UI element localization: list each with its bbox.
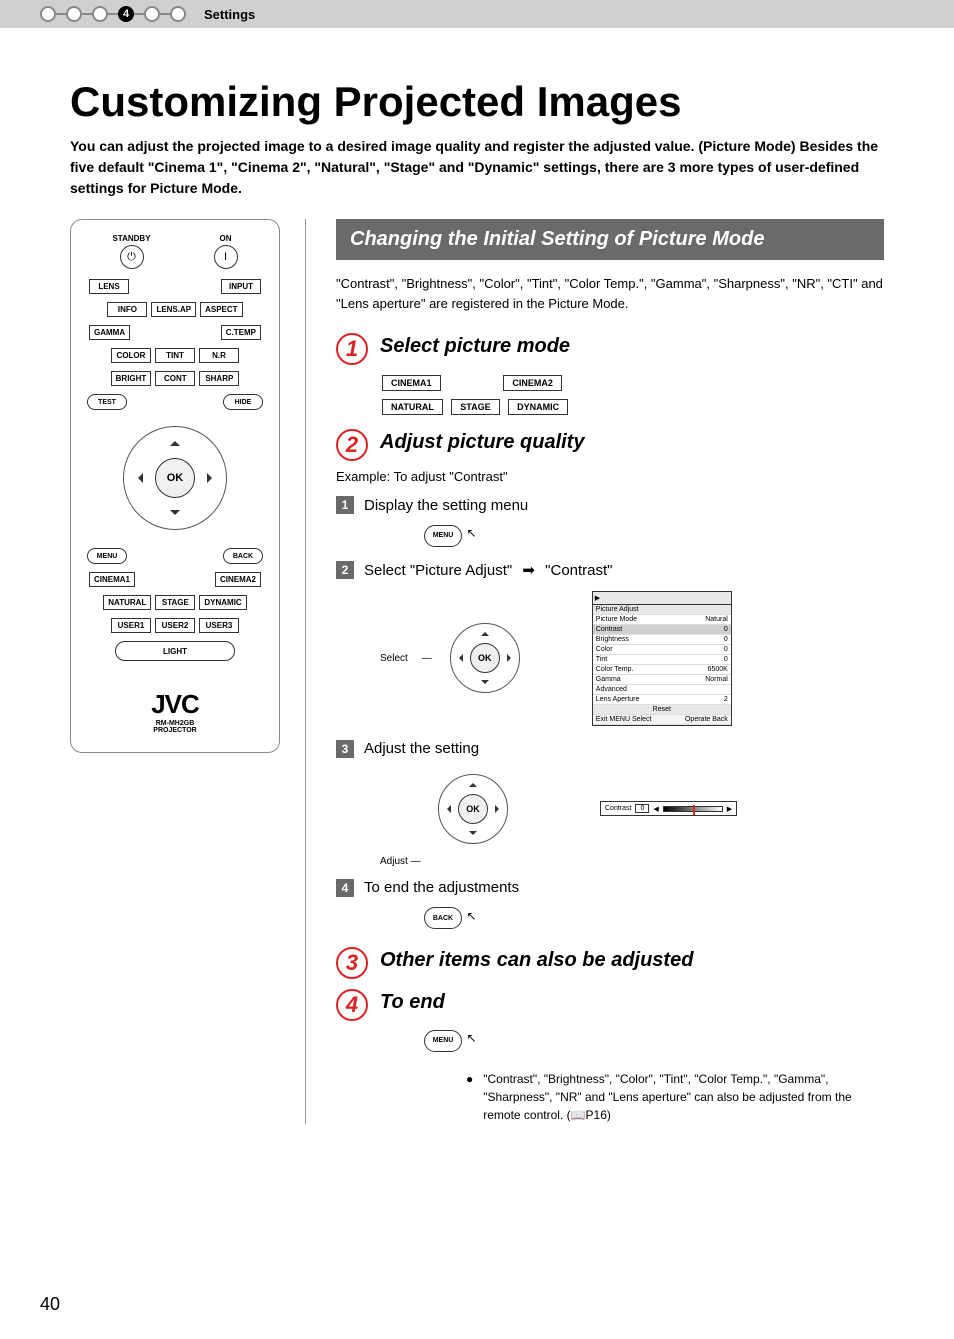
mode-cinema1[interactable]: CINEMA1 [382,375,441,391]
step-3-num: 3 [336,947,368,979]
projector-label: PROJECTOR [81,727,269,734]
input-button[interactable]: INPUT [221,279,261,294]
step-indicator: 4 [40,6,186,22]
cursor-icon: ↖ [466,909,476,923]
arrow-left-icon[interactable] [455,654,463,662]
on-button[interactable]: I [214,245,238,269]
arrow-up-icon[interactable] [170,436,180,446]
standby-button[interactable]: ⏻ [120,245,144,269]
sub-1-num: 1 [336,496,354,514]
cursor-icon: ↖ [466,526,476,540]
header-bar: 4 Settings [0,0,954,28]
arrow-right-icon[interactable] [507,654,515,662]
arrow-left-icon[interactable] [133,473,143,483]
contrast-slider: Contrast 0 ◀▶ [600,801,737,816]
arrow-down-icon[interactable] [481,680,489,688]
mode-stage[interactable]: STAGE [451,399,499,415]
mode-natural[interactable]: NATURAL [382,399,443,415]
arrow-down-icon[interactable] [469,831,477,839]
hide-button[interactable]: HIDE [223,394,263,410]
example-text: Example: To adjust "Contrast" [336,469,884,484]
arrow-up-icon[interactable] [469,779,477,787]
sub-3-text: Adjust the setting [364,740,479,757]
dynamic-button[interactable]: DYNAMIC [199,595,246,610]
color-button[interactable]: COLOR [111,348,151,363]
tint-button[interactable]: TINT [155,348,195,363]
mode-dynamic[interactable]: DYNAMIC [508,399,568,415]
arrow-right-icon[interactable] [207,473,217,483]
arrow-down-icon[interactable] [170,510,180,520]
arrow-left-icon[interactable] [443,805,451,813]
section-desc: "Contrast", "Brightness", "Color", "Tint… [336,274,884,313]
arrow-up-icon[interactable] [481,628,489,636]
test-button[interactable]: TEST [87,394,127,410]
cinema1-button[interactable]: CINEMA1 [89,572,135,587]
sub-4-num: 4 [336,879,354,897]
page-number: 40 [40,1294,60,1315]
adjust-label: Adjust [380,856,408,867]
remote-control: STANDBY ⏻ ON I LENS INPUT INFO LENS.AP A… [70,219,280,753]
menu-icon-button-end[interactable]: MENU [424,1030,462,1052]
light-button[interactable]: LIGHT [115,641,235,661]
model-label: RM-MH2GB [81,720,269,727]
stage-button[interactable]: STAGE [155,595,195,610]
step-1-num: 1 [336,333,368,365]
page-title: Customizing Projected Images [70,78,884,126]
select-label: Select [380,653,408,664]
cont-button[interactable]: CONT [155,371,195,386]
sub-2-text: Select "Picture Adjust" ➡ "Contrast" [364,561,613,579]
cursor-icon: ↖ [466,1031,476,1045]
brand-logo: JVC [81,689,269,720]
ctemp-button[interactable]: C.TEMP [221,325,261,340]
ok-button[interactable]: OK [470,643,500,673]
sub-4-text: To end the adjustments [364,879,519,896]
step-1-title: Select picture mode [380,333,570,358]
user1-button[interactable]: USER1 [111,618,151,633]
step-4-title: To end [380,989,445,1014]
intro-text: You can adjust the projected image to a … [70,136,884,199]
ok-button[interactable]: OK [458,794,488,824]
ok-button[interactable]: OK [155,458,195,498]
note-text: "Contrast", "Brightness", "Color", "Tint… [483,1070,884,1124]
nr-button[interactable]: N.R [199,348,239,363]
natural-button[interactable]: NATURAL [103,595,151,610]
step-4-num: 4 [336,989,368,1021]
sub-1-text: Display the setting menu [364,497,528,514]
sub-2-num: 2 [336,561,354,579]
osd-menu: ▶ Picture Adjust Picture ModeNatural Con… [592,591,732,726]
standby-label: STANDBY [112,234,150,243]
sharp-button[interactable]: SHARP [199,371,239,386]
bullet-icon: ● [466,1070,473,1124]
bright-button[interactable]: BRIGHT [111,371,152,386]
gamma-button[interactable]: GAMMA [89,325,130,340]
mini-dpad[interactable]: OK [446,619,524,697]
back-icon-button[interactable]: BACK [424,907,462,929]
cinema2-button[interactable]: CINEMA2 [215,572,261,587]
menu-icon-button[interactable]: MENU [424,525,462,547]
on-label: ON [214,234,238,243]
arrow-right-icon[interactable] [495,805,503,813]
step-2-num: 2 [336,429,368,461]
user3-button[interactable]: USER3 [199,618,239,633]
dpad[interactable]: OK [115,418,235,538]
user2-button[interactable]: USER2 [155,618,195,633]
back-button[interactable]: BACK [223,548,263,564]
info-button[interactable]: INFO [107,302,147,317]
section-banner: Changing the Initial Setting of Picture … [336,219,884,260]
lens-button[interactable]: LENS [89,279,129,294]
step-active: 4 [118,6,134,22]
lensap-button[interactable]: LENS.AP [151,302,196,317]
menu-button[interactable]: MENU [87,548,127,564]
step-3-title: Other items can also be adjusted [380,947,693,972]
section-label: Settings [204,7,255,22]
aspect-button[interactable]: ASPECT [200,302,242,317]
sub-3-num: 3 [336,740,354,758]
arrow-right-icon: ➡ [522,561,535,579]
mini-dpad-adjust[interactable]: OK [434,770,512,848]
step-2-title: Adjust picture quality [380,429,584,454]
mode-cinema2[interactable]: CINEMA2 [503,375,562,391]
